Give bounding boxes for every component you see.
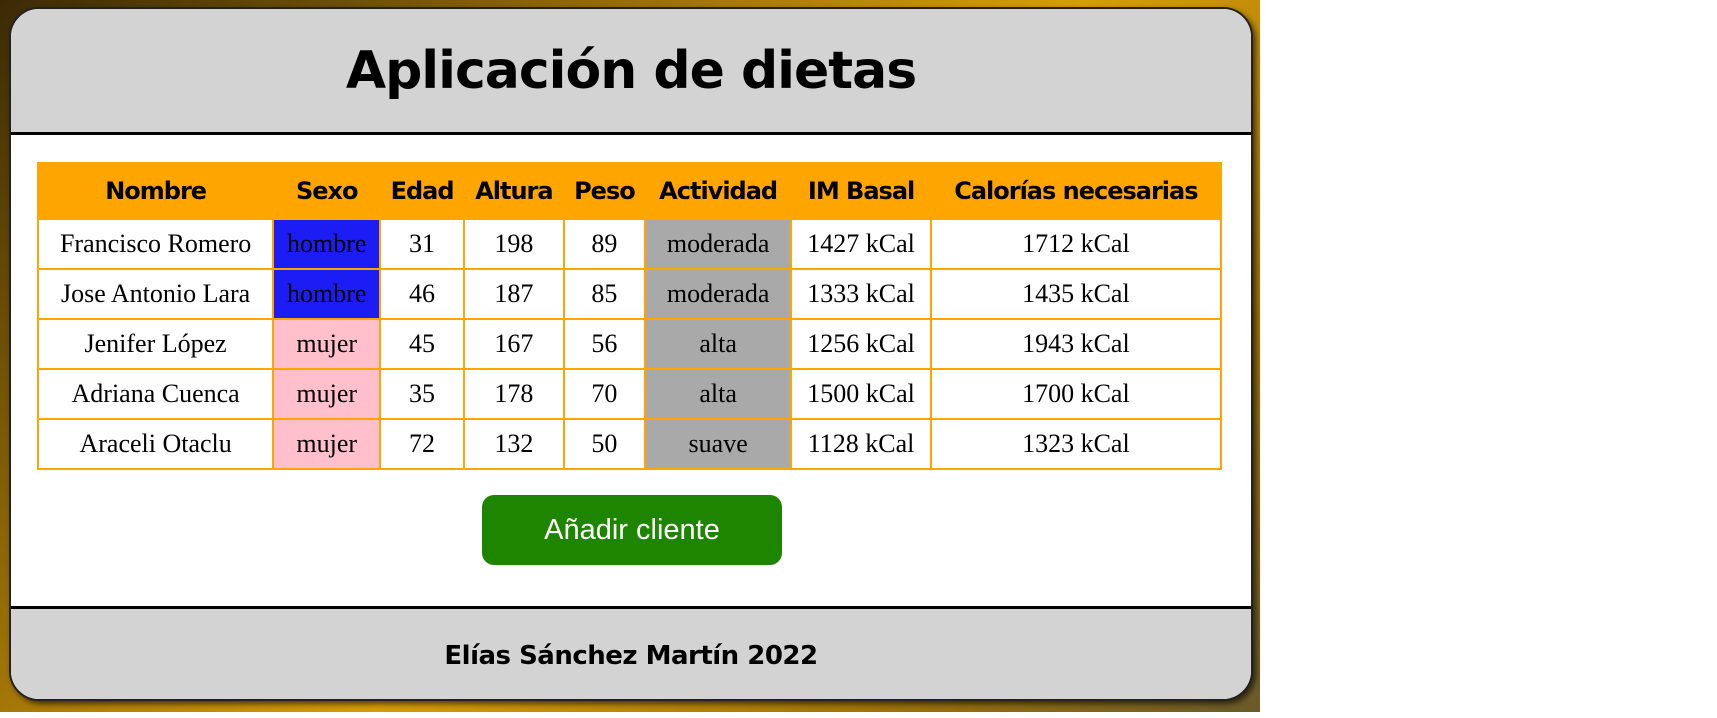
cell-peso: 50 [562,418,646,470]
cell-nombre: Jose Antonio Lara [36,268,275,320]
table-row: Adriana Cuenca mujer 35 178 70 alta 1500… [36,368,1223,420]
cell-altura: 178 [462,368,565,420]
page-header: Aplicación de dietas [11,9,1251,135]
cell-altura: 132 [462,418,565,470]
column-header-im-basal: IM Basal [790,162,932,220]
cell-im-basal: 1500 kCal [790,368,932,420]
cell-sexo: hombre [272,218,382,270]
cell-altura: 167 [462,318,565,370]
column-header-actividad: Actividad [643,162,793,220]
cell-edad: 72 [379,418,465,470]
cell-nombre: Francisco Romero [36,218,275,270]
table-row: Araceli Otaclu mujer 72 132 50 suave 112… [36,418,1223,470]
cell-nombre: Araceli Otaclu [36,418,275,470]
cell-sexo: mujer [272,368,382,420]
cell-actividad: moderada [643,268,793,320]
column-header-nombre: Nombre [36,162,275,220]
cell-sexo: mujer [272,318,382,370]
page-footer: Elías Sánchez Martín 2022 [11,606,1251,699]
column-header-peso: Peso [562,162,646,220]
app-window: Aplicación de dietas Nombre Sexo Edad Al… [9,7,1253,701]
cell-edad: 35 [379,368,465,420]
cell-peso: 70 [562,368,646,420]
cell-actividad: suave [643,418,793,470]
cell-calorias: 1712 kCal [929,218,1223,270]
cell-calorias: 1323 kCal [929,418,1223,470]
table-row: Jenifer López mujer 45 167 56 alta 1256 … [36,318,1223,370]
column-header-sexo: Sexo [272,162,382,220]
column-header-edad: Edad [379,162,465,220]
cell-sexo: mujer [272,418,382,470]
add-client-button[interactable]: Añadir cliente [482,495,782,565]
table-row: Francisco Romero hombre 31 198 89 modera… [36,218,1223,270]
cell-edad: 45 [379,318,465,370]
cell-altura: 198 [462,218,565,270]
cell-edad: 46 [379,268,465,320]
cell-nombre: Jenifer López [36,318,275,370]
cell-peso: 56 [562,318,646,370]
cell-nombre: Adriana Cuenca [36,368,275,420]
cell-im-basal: 1128 kCal [790,418,932,470]
cell-calorias: 1943 kCal [929,318,1223,370]
cell-edad: 31 [379,218,465,270]
table-header-row: Nombre Sexo Edad Altura Peso Actividad I… [36,162,1223,220]
cell-actividad: alta [643,318,793,370]
cell-im-basal: 1427 kCal [790,218,932,270]
footer-credit: Elías Sánchez Martín 2022 [444,640,818,671]
table-row: Jose Antonio Lara hombre 46 187 85 moder… [36,268,1223,320]
column-header-altura: Altura [462,162,565,220]
main-content: Nombre Sexo Edad Altura Peso Actividad I… [11,135,1251,603]
cell-calorias: 1700 kCal [929,368,1223,420]
cell-peso: 85 [562,268,646,320]
cell-sexo: hombre [272,268,382,320]
cell-peso: 89 [562,218,646,270]
cell-im-basal: 1256 kCal [790,318,932,370]
page-title: Aplicación de dietas [345,40,917,101]
cell-altura: 187 [462,268,565,320]
column-header-calorias: Calorías necesarias [929,162,1223,220]
cell-calorias: 1435 kCal [929,268,1223,320]
cell-actividad: alta [643,368,793,420]
clients-table: Nombre Sexo Edad Altura Peso Actividad I… [36,162,1223,470]
cell-actividad: moderada [643,218,793,270]
cell-im-basal: 1333 kCal [790,268,932,320]
